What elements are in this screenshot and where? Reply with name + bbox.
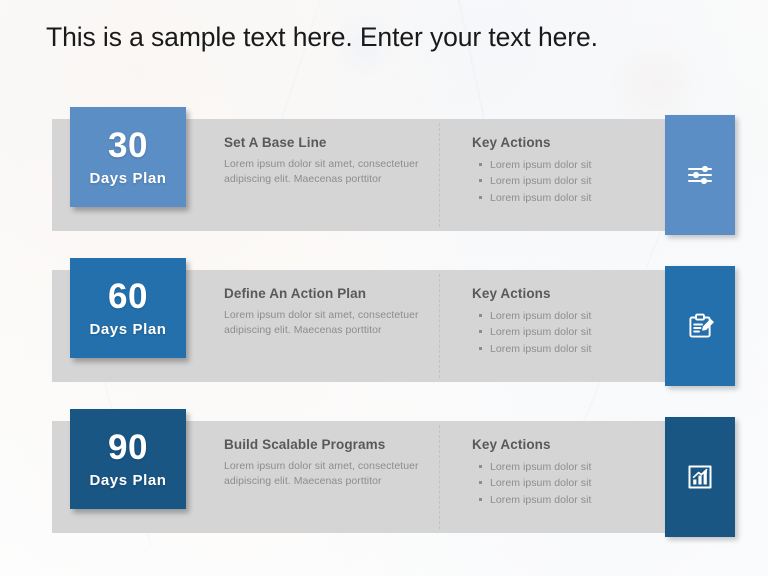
plan-description-block: Build Scalable Programs Lorem ipsum dolo… <box>224 437 434 489</box>
days-number: 30 <box>108 125 148 165</box>
plan-row-30: 30 Days Plan Set A Base Line Lorem ipsum… <box>52 107 735 235</box>
clipboard-pencil-icon <box>685 311 715 341</box>
days-plan-tile-90[interactable]: 90 Days Plan <box>70 409 186 509</box>
plan-row-60: 60 Days Plan Define An Action Plan Lorem… <box>52 258 735 386</box>
list-item: Lorem ipsum dolor sit <box>479 190 672 206</box>
list-item: Lorem ipsum dolor sit <box>479 341 672 357</box>
bar-chart-growth-icon <box>685 462 715 492</box>
days-plan-label: Days Plan <box>89 169 167 187</box>
list-item: Lorem ipsum dolor sit <box>479 324 672 340</box>
icon-panel-60[interactable] <box>665 266 735 386</box>
key-actions-heading: Key Actions <box>472 135 551 150</box>
list-item: Lorem ipsum dolor sit <box>479 308 672 324</box>
key-actions-list: Lorem ipsum dolor sit Lorem ipsum dolor … <box>472 157 672 206</box>
plan-description-block: Set A Base Line Lorem ipsum dolor sit am… <box>224 135 434 187</box>
plan-heading: Build Scalable Programs <box>224 437 386 452</box>
plan-heading: Set A Base Line <box>224 135 327 150</box>
days-plan-tile-30[interactable]: 30 Days Plan <box>70 107 186 207</box>
days-plan-label: Days Plan <box>89 320 167 338</box>
row-divider <box>439 123 440 227</box>
key-actions-block: Key Actions Lorem ipsum dolor sit Lorem … <box>472 135 672 206</box>
days-plan-label: Days Plan <box>89 471 167 489</box>
plan-row-90: 90 Days Plan Build Scalable Programs Lor… <box>52 409 735 537</box>
row-divider <box>439 274 440 378</box>
key-actions-list: Lorem ipsum dolor sit Lorem ipsum dolor … <box>472 308 672 357</box>
plan-description: Lorem ipsum dolor sit amet, consectetuer… <box>224 460 419 488</box>
key-actions-list: Lorem ipsum dolor sit Lorem ipsum dolor … <box>472 459 672 508</box>
icon-panel-90[interactable] <box>665 417 735 537</box>
icon-panel-30[interactable] <box>665 115 735 235</box>
list-item: Lorem ipsum dolor sit <box>479 459 672 475</box>
slide-canvas: This is a sample text here. Enter your t… <box>0 0 768 576</box>
days-plan-tile-60[interactable]: 60 Days Plan <box>70 258 186 358</box>
days-number: 60 <box>108 276 148 316</box>
list-item: Lorem ipsum dolor sit <box>479 475 672 491</box>
list-item: Lorem ipsum dolor sit <box>479 173 672 189</box>
key-actions-heading: Key Actions <box>472 437 551 452</box>
slide-title: This is a sample text here. Enter your t… <box>46 22 598 52</box>
key-actions-block: Key Actions Lorem ipsum dolor sit Lorem … <box>472 437 672 508</box>
list-item: Lorem ipsum dolor sit <box>479 492 672 508</box>
plan-description: Lorem ipsum dolor sit amet, consectetuer… <box>224 158 419 186</box>
plan-description-block: Define An Action Plan Lorem ipsum dolor … <box>224 286 434 338</box>
plan-heading: Define An Action Plan <box>224 286 367 301</box>
row-divider <box>439 425 440 529</box>
plan-description: Lorem ipsum dolor sit amet, consectetuer… <box>224 309 419 337</box>
list-item: Lorem ipsum dolor sit <box>479 157 672 173</box>
key-actions-heading: Key Actions <box>472 286 551 301</box>
sliders-icon <box>685 160 715 190</box>
key-actions-block: Key Actions Lorem ipsum dolor sit Lorem … <box>472 286 672 357</box>
days-number: 90 <box>108 427 148 467</box>
